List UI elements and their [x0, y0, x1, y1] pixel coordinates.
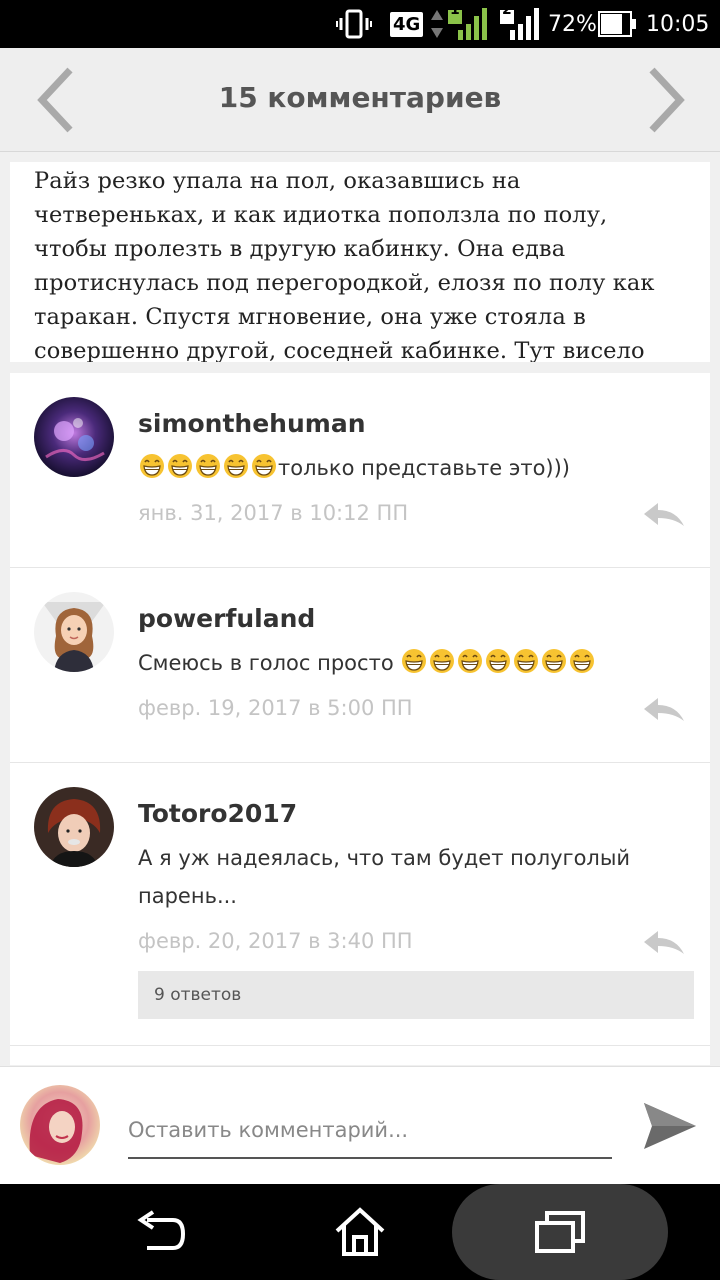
next-chapter-button[interactable] — [640, 66, 688, 134]
comment-item: Totoro2017 А я уж надеялась, что там буд… — [10, 763, 710, 1046]
page-title: 15 комментариев — [218, 81, 502, 114]
laughing-emoji-icon — [252, 454, 276, 478]
comments-list: simonthehuman только представьте это))) … — [10, 373, 710, 1065]
laughing-emoji-icon — [542, 649, 567, 673]
comment-input[interactable] — [128, 1103, 612, 1159]
comment-username[interactable]: Totoro2017 — [138, 799, 297, 828]
recents-icon — [535, 1211, 585, 1253]
comment-body: только представьте это))) — [278, 456, 571, 480]
comment-date: февр. 20, 2017 в 3:40 ПП — [138, 929, 413, 953]
comment-date: янв. 31, 2017 в 10:12 ПП — [138, 501, 409, 525]
reply-icon — [644, 931, 684, 954]
emoji-group — [138, 454, 278, 480]
comment-text: только представьте это))) — [138, 449, 658, 487]
laughing-emoji-icon — [486, 649, 511, 673]
battery-icon — [598, 0, 638, 48]
laughing-emoji-icon — [430, 649, 455, 673]
recents-button[interactable] — [520, 1184, 600, 1280]
home-button[interactable] — [320, 1184, 400, 1280]
laughing-emoji-icon — [570, 649, 595, 673]
reply-button[interactable] — [642, 500, 686, 530]
laughing-emoji-icon — [196, 454, 220, 478]
sim1-label: 1 — [450, 2, 460, 18]
laughing-emoji-icon — [458, 649, 483, 673]
reply-button[interactable] — [642, 695, 686, 725]
send-button[interactable] — [640, 1099, 698, 1153]
comment-username[interactable]: simonthehuman — [138, 409, 366, 438]
clock: 10:05 — [646, 11, 710, 37]
comment-text: Смеюсь в голос просто — [138, 644, 698, 682]
send-icon — [644, 1103, 696, 1149]
reply-icon — [644, 698, 684, 721]
comment-item: powerfuland Смеюсь в голос просто февр. … — [10, 568, 710, 763]
laughing-emoji-icon — [168, 454, 192, 478]
back-button[interactable] — [120, 1184, 200, 1280]
view-replies-button[interactable]: 9 ответов — [138, 971, 694, 1019]
vibrate-icon — [336, 0, 372, 48]
laughing-emoji-icon — [140, 454, 164, 478]
status-bar: 4G 1 2 72% 10:05 — [0, 0, 720, 48]
comment-username[interactable]: powerfuland — [138, 604, 315, 633]
sim2-label: 2 — [502, 2, 512, 18]
avatar[interactable] — [34, 787, 114, 867]
sim2-signal-icon: 2 — [498, 0, 540, 48]
avatar[interactable] — [34, 397, 114, 477]
network-type-badge: 4G — [390, 0, 424, 48]
laughing-emoji-icon — [224, 454, 248, 478]
comment-compose-bar — [0, 1066, 720, 1184]
comment-body: А я уж надеялась, что там будет полуголы… — [138, 846, 631, 908]
reply-icon — [644, 503, 684, 526]
comment-text: А я уж надеялась, что там будет полуголы… — [138, 839, 658, 915]
emoji-group — [400, 649, 596, 675]
back-icon — [137, 1210, 186, 1250]
avatar[interactable] — [34, 592, 114, 672]
data-arrows-icon — [430, 0, 444, 48]
comment-body: Смеюсь в голос просто — [138, 651, 401, 675]
comment-date: февр. 19, 2017 в 5:00 ПП — [138, 696, 413, 720]
my-avatar[interactable] — [20, 1085, 100, 1165]
sim1-signal-icon: 1 — [446, 0, 488, 48]
laughing-emoji-icon — [402, 649, 427, 673]
system-nav-bar — [0, 1184, 720, 1280]
network-type-label: 4G — [390, 11, 424, 37]
excerpt-text: Райз резко упала на пол, оказавшись на ч… — [34, 168, 655, 362]
comment-item: simonthehuman только представьте это))) … — [10, 373, 710, 568]
chevron-right-icon — [649, 67, 685, 133]
home-icon — [335, 1207, 385, 1256]
laughing-emoji-icon — [514, 649, 539, 673]
header: 15 комментариев — [0, 48, 720, 152]
story-excerpt: Райз резко упала на пол, оказавшись на ч… — [10, 162, 710, 362]
reply-button[interactable] — [642, 928, 686, 958]
battery-percent: 72% — [548, 11, 597, 37]
